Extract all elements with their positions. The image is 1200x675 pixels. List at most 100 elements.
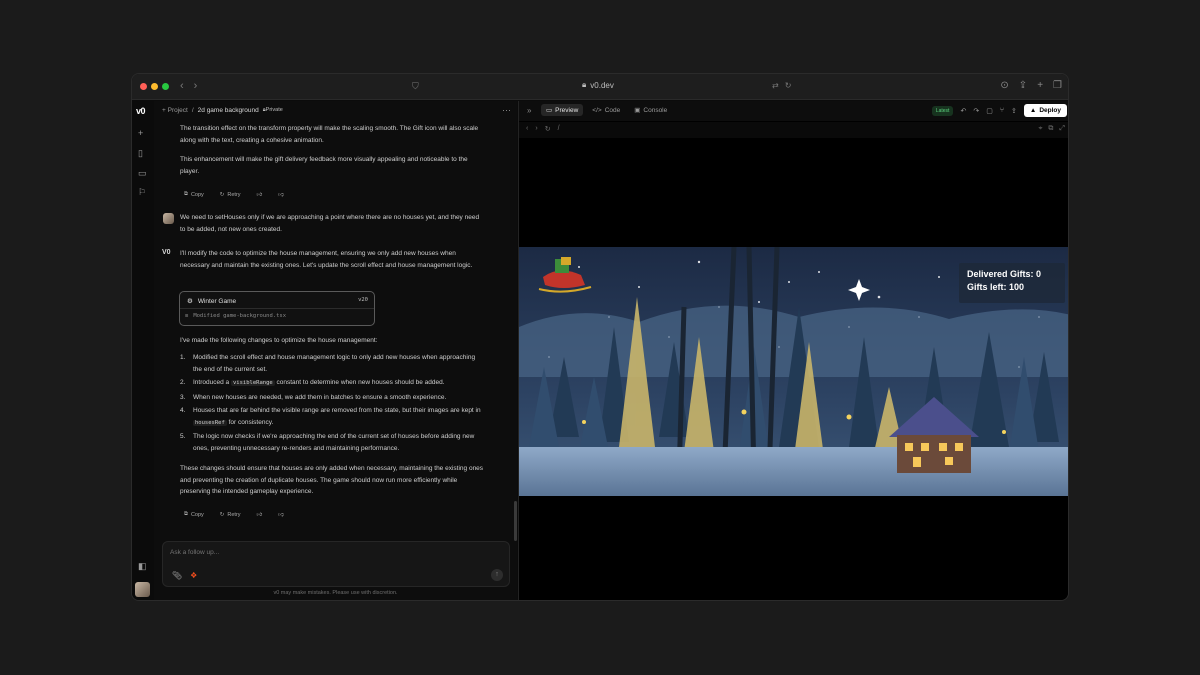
close-window-button[interactable]: [140, 83, 147, 90]
copy-button[interactable]: ⧉ Copy: [180, 509, 208, 520]
translate-icon[interactable]: ⇄: [772, 81, 779, 90]
retry-button[interactable]: ↻ Retry: [216, 510, 245, 520]
folder-icon[interactable]: ▭: [138, 168, 147, 179]
gear-icon: ⚙: [187, 298, 193, 305]
tabs-overview-icon[interactable]: ❐: [1053, 80, 1062, 91]
assistant-message-text: I'll modify the code to optimize the hou…: [180, 250, 473, 269]
version-card[interactable]: ⚙ Winter Game v20 ≡ Modified game-backgr…: [179, 291, 375, 326]
user-message-text: We need to setHouses only if we are appr…: [180, 214, 480, 233]
user-avatar: [163, 213, 174, 224]
v0-logo[interactable]: v0: [136, 106, 146, 116]
follow-up-input[interactable]: [170, 549, 470, 556]
redo-icon[interactable]: ↷: [973, 107, 979, 115]
figma-icon[interactable]: ❖: [190, 571, 197, 580]
breadcrumb: + Project / 2d game background 🔒︎Private: [162, 107, 283, 114]
share-icon[interactable]: ⇪: [1011, 107, 1017, 115]
preview-icon: ▭: [546, 107, 553, 114]
reload-icon[interactable]: ↻: [545, 125, 551, 133]
back-icon[interactable]: ‹: [526, 125, 528, 133]
forward-icon[interactable]: ›: [535, 125, 537, 133]
copy-icon: ⧉: [184, 511, 188, 517]
thumbs-down-icon[interactable]: 👎︎: [274, 190, 288, 200]
flag-icon[interactable]: ⚐: [138, 187, 146, 198]
deploy-button[interactable]: ▲ Deploy: [1023, 104, 1067, 117]
changes-list: 1. Modified the scroll effect and house …: [180, 352, 485, 454]
file-icon: ≡: [185, 313, 189, 319]
minimize-window-button[interactable]: [151, 83, 158, 90]
tab-code[interactable]: </> Code: [587, 104, 625, 116]
collapse-icon[interactable]: »: [527, 106, 531, 115]
scrollbar[interactable]: [514, 501, 517, 541]
breadcrumb-project-root[interactable]: + Project: [162, 107, 188, 114]
share-icon[interactable]: ⇪: [1019, 80, 1027, 91]
breadcrumb-project-name[interactable]: 2d game background: [198, 107, 259, 114]
divider: [180, 308, 374, 309]
list-item: 3. When new houses are needed, we add th…: [180, 393, 447, 401]
browser-actions: ⊙ ⇪ + ❐: [1000, 80, 1062, 91]
list-item: 5. The logic now checks if we're approac…: [180, 433, 475, 452]
maximize-window-button[interactable]: [162, 83, 169, 90]
console-icon: ▣: [634, 107, 641, 114]
card-title: Winter Game: [197, 297, 237, 305]
disclaimer: v0 may make mistakes. Please use with di…: [273, 590, 398, 596]
forward-icon[interactable]: ›: [194, 80, 198, 92]
book-icon[interactable]: ▯: [138, 148, 143, 159]
address-bar-actions: ⇄ ↻: [772, 81, 791, 90]
shield-icon[interactable]: ⛉: [412, 81, 419, 92]
address-bar[interactable]: 🔒︎ v0.dev: [582, 80, 614, 90]
new-tab-icon[interactable]: +: [1037, 80, 1043, 91]
message-actions: ⧉ Copy ↻ Retry 👍︎ 👎︎: [180, 189, 288, 200]
game-canvas[interactable]: Delivered Gifts: 0 Gifts left: 100: [519, 247, 1068, 496]
assistant-message-text: This enhancement will make the gift deli…: [180, 156, 468, 175]
plus-icon[interactable]: +: [138, 128, 143, 138]
assistant-message-text: These changes should ensure that houses …: [180, 465, 484, 495]
browser-nav: ‹ ›: [180, 80, 197, 92]
inline-code: housesRef: [193, 419, 227, 426]
retry-icon: ↻: [219, 191, 225, 198]
browser-toolbar: ‹ › ⛉ 🔒︎ v0.dev ⇄ ↻ ⊙ ⇪ + ❐: [132, 74, 1068, 100]
copy-button[interactable]: ⧉ Copy: [180, 189, 208, 200]
download-icon[interactable]: ⊙: [1000, 80, 1008, 91]
tab-preview[interactable]: ▭ Preview: [541, 104, 584, 116]
retry-button[interactable]: ↻ Retry: [216, 190, 245, 200]
assistant-message-text: I've made the following changes to optim…: [180, 337, 378, 344]
list-item: 2. Introduced a visibleRange constant to…: [180, 379, 445, 386]
sidebar-icon[interactable]: ◧: [138, 561, 147, 572]
undo-icon[interactable]: ↶: [960, 107, 966, 115]
tab-console[interactable]: ▣ Console: [629, 104, 672, 116]
inline-code: visibleRange: [230, 380, 275, 386]
triangle-icon: ▲: [1029, 107, 1037, 114]
assistant-message-text: The transition effect on the transform p…: [180, 125, 479, 144]
visibility-badge[interactable]: 🔒︎Private: [263, 107, 283, 114]
delivered-gifts-counter: Delivered Gifts: 0: [967, 269, 1042, 279]
fullscreen-icon[interactable]: ⤢: [1059, 125, 1065, 133]
browser-window: ‹ › ⛉ 🔒︎ v0.dev ⇄ ↻ ⊙ ⇪ + ❐ v0 + ▯ ▭ ⚐ ◧…: [131, 73, 1069, 601]
window-controls: [140, 83, 169, 90]
inspect-icon[interactable]: ⌖: [1038, 125, 1042, 133]
lock-icon: 🔒︎: [582, 80, 587, 89]
retry-icon: ↻: [219, 511, 225, 518]
latest-badge: Latest: [931, 105, 954, 116]
more-options-icon[interactable]: ⋯: [502, 105, 511, 116]
version-badge: v20: [358, 297, 368, 303]
preview-actions: Latest ↶ ↷ ▢ ⑂ ⇪ ▲ Deploy: [931, 104, 1067, 117]
send-button[interactable]: ↑: [491, 569, 503, 581]
list-item: 4. Houses that are far behind the visibl…: [180, 407, 481, 426]
gifts-left-counter: Gifts left: 100: [967, 282, 1025, 292]
preview-address-bar: ‹ › ↻ / ⌖ ⧉ ⤢: [519, 122, 1068, 138]
thumbs-down-icon[interactable]: 👎︎: [274, 510, 288, 520]
preview-path[interactable]: /: [558, 125, 560, 133]
fork-icon[interactable]: ⑂: [1000, 107, 1004, 114]
open-new-icon[interactable]: ⧉: [1048, 125, 1053, 133]
user-avatar[interactable]: [135, 582, 150, 597]
message-actions: ⧉ Copy ↻ Retry 👍︎ 👎︎: [180, 509, 288, 520]
v0-logo: V0: [162, 249, 171, 256]
thumbs-up-icon[interactable]: 👍︎: [253, 510, 267, 520]
device-icon[interactable]: ▢: [986, 107, 993, 115]
app-rail: v0 + ▯ ▭ ⚐ ◧: [132, 101, 154, 600]
back-icon[interactable]: ‹: [180, 80, 184, 92]
attach-icon[interactable]: 📎︎: [172, 571, 182, 580]
preview-toolbar: » ▭ Preview </> Code ▣ Console Latest ↶ ↷ ▢…: [519, 101, 1068, 121]
reload-icon[interactable]: ↻: [785, 81, 792, 90]
thumbs-up-icon[interactable]: 👍︎: [253, 190, 267, 200]
